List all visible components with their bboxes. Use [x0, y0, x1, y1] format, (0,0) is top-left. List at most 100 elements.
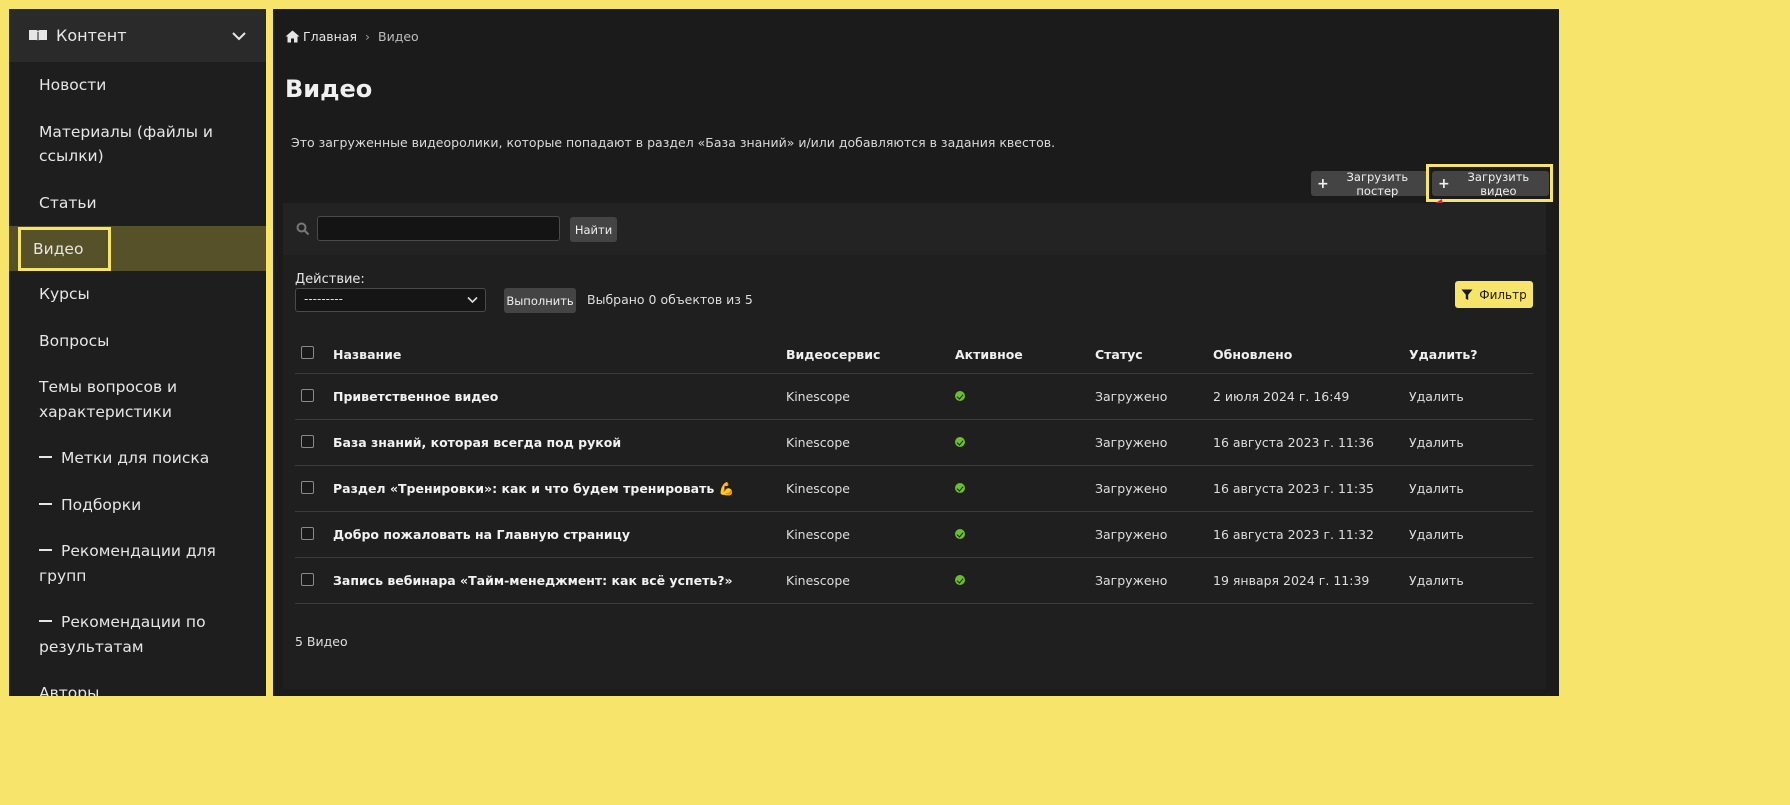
search-bar: Найти	[283, 203, 1546, 255]
sidebar-item-news[interactable]: Новости	[9, 62, 266, 109]
upload-video-label: Загрузить видео	[1467, 169, 1530, 198]
row-select-cell	[295, 557, 333, 604]
video-title-link[interactable]: Запись вебинара «Тайм-менеджмент: как вс…	[333, 557, 786, 604]
sidebar-item-materials[interactable]: Материалы (файлы и ссылки)	[9, 109, 266, 180]
active-cell	[955, 419, 1095, 466]
video-title-link[interactable]: База знаний, которая всегда под рукой	[333, 419, 786, 466]
sidebar-item-group-recommendations[interactable]: Рекомендации для групп	[9, 528, 266, 599]
sidebar-item-collections[interactable]: Подборки	[9, 482, 266, 529]
active-cell	[955, 373, 1095, 420]
table-row: База знаний, которая всегда под рукой Ki…	[295, 419, 1533, 466]
row-checkbox[interactable]	[301, 434, 314, 448]
breadcrumb-home-link[interactable]: Главная	[303, 29, 357, 44]
chevron-down-icon	[467, 296, 478, 304]
plus-icon: +	[1317, 175, 1329, 192]
sidebar-section-content[interactable]: Контент	[9, 9, 266, 62]
sidebar-item-courses[interactable]: Курсы	[9, 271, 266, 318]
sidebar-item-highlight: Видео	[18, 227, 111, 271]
breadcrumb-separator: ›	[365, 29, 370, 44]
sidebar-item-questions[interactable]: Вопросы	[9, 318, 266, 365]
select-all-checkbox[interactable]	[301, 346, 314, 359]
sidebar-item-label: Авторы	[39, 684, 100, 696]
table-row: Добро пожаловать на Главную страницу Kin…	[295, 511, 1533, 558]
delete-link[interactable]: Удалить	[1409, 557, 1533, 604]
video-status: Загружено	[1095, 465, 1213, 512]
video-updated: 16 августа 2023 г. 11:32	[1213, 511, 1409, 558]
row-checkbox[interactable]	[301, 480, 314, 494]
sidebar-item-label: Рекомендации для групп	[39, 542, 216, 585]
check-circle-icon	[955, 575, 965, 585]
check-circle-icon	[955, 391, 965, 401]
filter-icon	[1461, 289, 1473, 300]
chevron-down-icon[interactable]	[232, 31, 246, 41]
dash-icon	[39, 456, 52, 458]
sidebar-item-articles[interactable]: Статьи	[9, 180, 266, 227]
sidebar-item-label: Подборки	[61, 495, 142, 514]
sidebar-item-label: Статьи	[39, 193, 97, 212]
main-content: Главная › Видео Видео Это загруженные ви…	[273, 9, 1559, 696]
row-checkbox[interactable]	[301, 572, 314, 586]
result-count: 5 Видео	[295, 634, 348, 649]
delete-link[interactable]: Удалить	[1409, 419, 1533, 466]
active-cell	[955, 557, 1095, 604]
find-button[interactable]: Найти	[570, 217, 617, 242]
run-action-button[interactable]: Выполнить	[504, 288, 576, 313]
column-header-title[interactable]: Название	[333, 335, 786, 374]
column-header-service[interactable]: Видеосервис	[786, 335, 955, 374]
column-header-active[interactable]: Активное	[955, 335, 1095, 374]
delete-link[interactable]: Удалить	[1409, 511, 1533, 558]
sidebar-item-label: Вопросы	[39, 331, 110, 350]
search-icon	[296, 222, 310, 236]
dash-icon	[39, 502, 52, 505]
table-row: Запись вебинара «Тайм-менеджмент: как вс…	[295, 557, 1533, 604]
table-header-row: Название Видеосервис Активное Статус Обн…	[295, 335, 1533, 374]
action-select[interactable]: ---------	[295, 288, 486, 312]
row-checkbox[interactable]	[301, 388, 314, 402]
delete-link[interactable]: Удалить	[1409, 373, 1533, 420]
row-select-cell	[295, 511, 333, 558]
video-status: Загружено	[1095, 419, 1213, 466]
sidebar-item-label: Новости	[39, 76, 107, 94]
sidebar-item-authors[interactable]: Авторы	[9, 670, 266, 696]
action-select-value: ---------	[304, 292, 343, 306]
column-header-updated[interactable]: Обновлено	[1213, 335, 1409, 374]
sidebar-item-label: Видео	[33, 239, 84, 258]
delete-link[interactable]: Удалить	[1409, 465, 1533, 512]
video-service: Kinescope	[786, 557, 955, 604]
check-circle-icon	[955, 483, 965, 493]
page-title: Видео	[285, 75, 373, 103]
sidebar-item-label: Темы вопросов и характеристики	[39, 378, 178, 421]
sidebar-item-question-topics[interactable]: Темы вопросов и характеристики	[9, 364, 266, 435]
video-updated: 16 августа 2023 г. 11:36	[1213, 419, 1409, 466]
changelist-panel: Действие: --------- Выполнить Выбрано 0 …	[283, 255, 1546, 689]
video-service: Kinescope	[786, 419, 955, 466]
video-title-link[interactable]: Приветственное видео	[333, 373, 786, 420]
action-label: Действие:	[295, 272, 365, 287]
video-title-link[interactable]: Раздел «Тренировки»: как и что будем тре…	[333, 465, 786, 512]
sidebar-item-video[interactable]: Видео	[9, 226, 266, 271]
video-updated: 16 августа 2023 г. 11:35	[1213, 465, 1409, 512]
filter-button[interactable]: Фильтр	[1455, 281, 1533, 308]
sidebar-item-label: Курсы	[39, 285, 90, 303]
home-icon[interactable]	[285, 30, 300, 43]
table-row: Приветственное видео Kinescope Загружено…	[295, 373, 1533, 420]
table-row: Раздел «Тренировки»: как и что будем тре…	[295, 465, 1533, 512]
video-status: Загружено	[1095, 557, 1213, 604]
video-title-link[interactable]: Добро пожаловать на Главную страницу	[333, 511, 786, 558]
sidebar-section-title: Контент	[56, 26, 127, 45]
row-checkbox[interactable]	[301, 526, 314, 540]
upload-poster-button[interactable]: + Загрузить постер	[1311, 170, 1428, 198]
active-cell	[955, 511, 1095, 558]
sidebar-item-search-tags[interactable]: Метки для поиска	[9, 435, 266, 482]
video-table: Название Видеосервис Активное Статус Обн…	[295, 335, 1533, 604]
breadcrumb-current: Видео	[378, 29, 419, 44]
video-updated: 19 января 2024 г. 11:39	[1213, 557, 1409, 604]
upload-video-button[interactable]: + Загрузить видео	[1432, 169, 1549, 198]
row-select-cell	[295, 419, 333, 466]
sidebar: Контент Новости Материалы (файлы и ссылк…	[9, 9, 266, 696]
search-input[interactable]	[317, 216, 560, 241]
filter-label: Фильтр	[1479, 287, 1527, 302]
sidebar-item-result-recommendations[interactable]: Рекомендации по результатам	[9, 599, 266, 670]
check-circle-icon	[955, 437, 965, 447]
column-header-status[interactable]: Статус	[1095, 335, 1213, 374]
